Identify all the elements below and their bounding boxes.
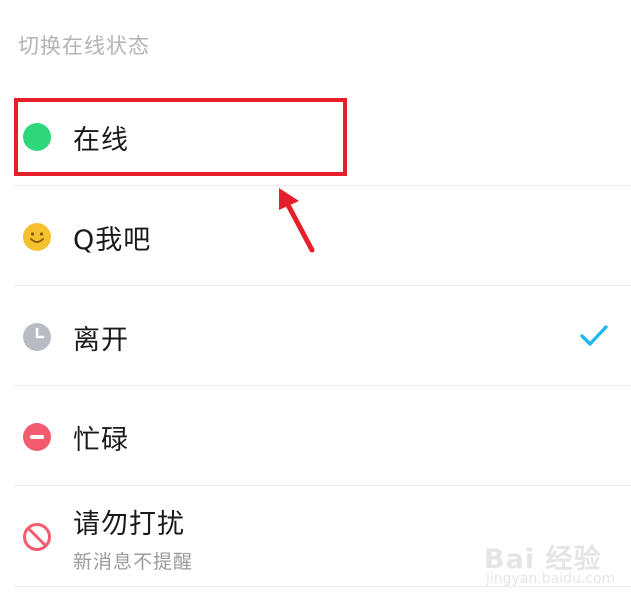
selected-check-icon <box>579 322 609 350</box>
busy-minus-icon <box>22 422 52 452</box>
status-label-busy: 忙碌 <box>73 425 129 456</box>
watermark-url: jingyan.baidu.com <box>486 571 616 587</box>
status-label-away: 离开 <box>73 325 129 356</box>
status-sublabel-do-not-disturb: 新消息不提醒 <box>73 551 194 573</box>
annotation-arrow-icon <box>279 188 315 253</box>
watermark-logo: Bai 经验 jingyan.baidu.com <box>484 537 629 601</box>
status-label-q-me: Q我吧 <box>73 225 152 256</box>
status-option-away[interactable]: 离开 <box>14 286 631 386</box>
annotation-highlight-box <box>14 98 347 176</box>
section-title: 切换在线状态 <box>18 34 150 58</box>
status-option-busy[interactable]: 忙碌 <box>14 386 631 486</box>
status-label-do-not-disturb: 请勿打扰 <box>73 509 185 540</box>
smiley-face-icon <box>22 222 52 252</box>
no-entry-icon <box>22 522 52 552</box>
clock-icon <box>22 322 52 352</box>
